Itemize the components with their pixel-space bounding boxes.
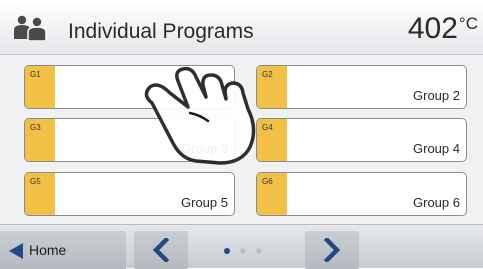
previous-page-button[interactable] — [134, 231, 188, 269]
program-name: Group 6 — [413, 195, 460, 210]
page-dot-active — [224, 248, 230, 254]
temperature-unit: °C — [458, 14, 478, 33]
footer-bar: Home — [0, 224, 483, 269]
user-group-icon — [14, 15, 47, 41]
program-id: G3 — [30, 123, 41, 132]
temperature-value: 402 — [407, 12, 458, 45]
program-button-g6[interactable]: G6 Group 6 — [256, 172, 467, 216]
program-name: Group 4 — [413, 141, 460, 156]
next-page-button[interactable] — [305, 231, 359, 269]
chevron-left-icon — [152, 238, 170, 262]
home-label: Home — [29, 242, 67, 258]
home-button[interactable]: Home — [0, 231, 126, 269]
arrow-left-icon — [9, 243, 23, 259]
program-button-g5[interactable]: G5 Group 5 — [24, 172, 235, 216]
program-id: G1 — [30, 70, 41, 79]
program-id: G5 — [30, 177, 41, 186]
program-button-g2[interactable]: G2 Group 2 — [256, 65, 467, 109]
program-button-g3[interactable]: G3 Group 3 — [24, 118, 235, 162]
program-name: Group 3 — [181, 141, 228, 156]
program-name: Group 2 — [413, 88, 460, 103]
chevron-right-icon — [323, 238, 341, 262]
temperature-display: 402°C — [408, 12, 478, 46]
page-dot — [256, 248, 262, 254]
program-id: G6 — [262, 177, 273, 186]
program-name: Group 5 — [181, 195, 228, 210]
page-indicator — [224, 248, 262, 254]
program-id: G4 — [262, 123, 273, 132]
program-grid: G1 G2 Group 2 G3 Group 3 G4 Group 4 G5 G… — [0, 55, 483, 224]
page-title: Individual Programs — [68, 20, 254, 43]
header-bar: Individual Programs 402°C — [0, 0, 483, 55]
program-button-g1[interactable]: G1 — [24, 65, 235, 109]
program-button-g4[interactable]: G4 Group 4 — [256, 118, 467, 162]
page-dot — [240, 248, 246, 254]
program-id: G2 — [262, 70, 273, 79]
